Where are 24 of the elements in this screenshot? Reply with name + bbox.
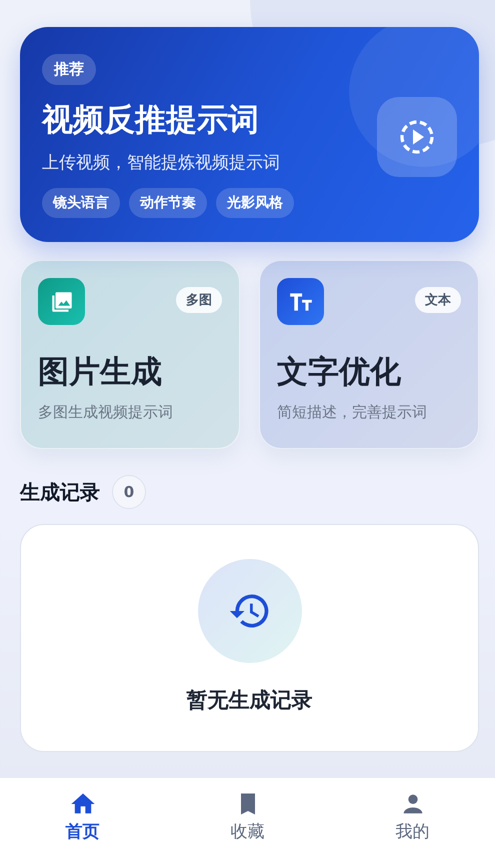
feature-badge: 文本 <box>415 286 461 312</box>
video-play-icon <box>377 96 457 176</box>
feature-subtitle: 多图生成视频提示词 <box>38 403 174 422</box>
record-count: 0 <box>112 475 146 509</box>
feature-badge: 多图 <box>176 286 222 312</box>
recommend-badge: 推荐 <box>42 54 96 84</box>
feature-card[interactable]: 多图 图片生成 多图生成视频提示词 <box>20 260 240 449</box>
feature-tag: 镜头语言 <box>42 188 120 218</box>
feature-title: 文字优化 <box>277 353 402 392</box>
feature-subtitle: 简短描述，完善提示词 <box>277 403 428 422</box>
nav-tab[interactable]: 我的 <box>330 778 495 850</box>
feature-tag: 光影风格 <box>216 188 294 218</box>
hero-subtitle: 上传视频，智能提炼视频提示词 <box>42 152 280 174</box>
feature-tag: 动作节奏 <box>129 188 207 218</box>
hero-card[interactable]: 推荐 视频反推提示词 上传视频，智能提炼视频提示词 镜头语言 动作节奏 光影风格 <box>20 27 479 242</box>
section-title: 生成记录 <box>20 478 100 506</box>
nav-tab[interactable]: 收藏 <box>165 778 330 850</box>
empty-message: 暂无生成记录 <box>186 687 312 714</box>
text-size-icon <box>277 278 324 325</box>
feature-card[interactable]: 文本 文字优化 简短描述，完善提示词 <box>259 260 479 449</box>
nav-tab[interactable]: 首页 <box>0 778 165 850</box>
hero-title: 视频反推提示词 <box>42 100 259 140</box>
gallery-icon <box>38 278 85 325</box>
feature-title: 图片生成 <box>38 353 163 392</box>
